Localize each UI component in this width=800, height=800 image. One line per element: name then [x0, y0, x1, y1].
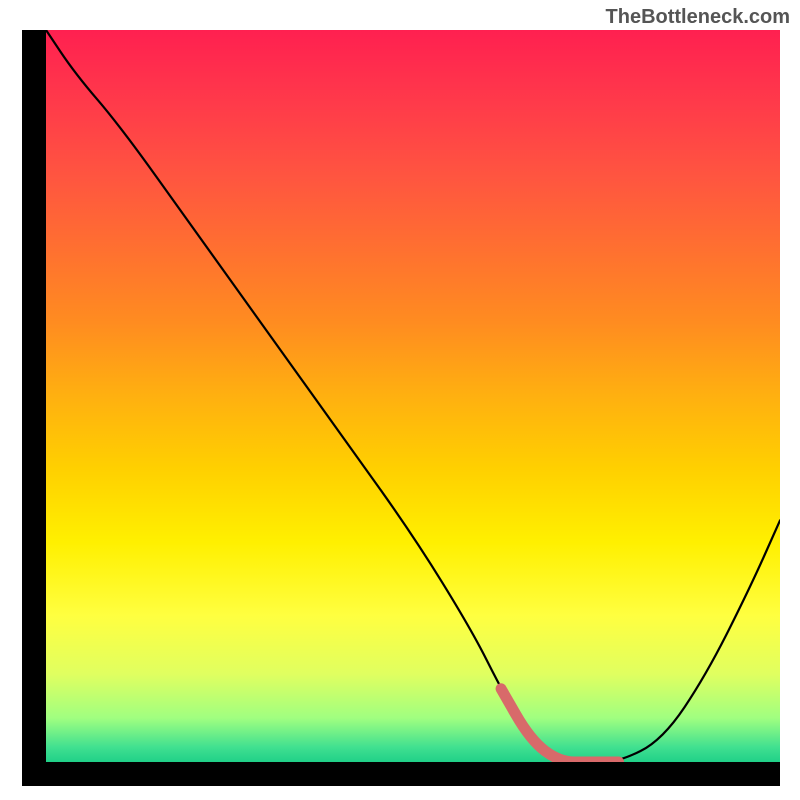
bottleneck-curve-line: [46, 30, 780, 762]
chart-frame: [22, 30, 780, 786]
chart-container: TheBottleneck.com: [0, 0, 800, 800]
highlight-segment: [501, 689, 618, 762]
watermark-text: TheBottleneck.com: [606, 6, 790, 29]
curve-svg: [46, 30, 780, 762]
plot-area: [46, 30, 780, 762]
